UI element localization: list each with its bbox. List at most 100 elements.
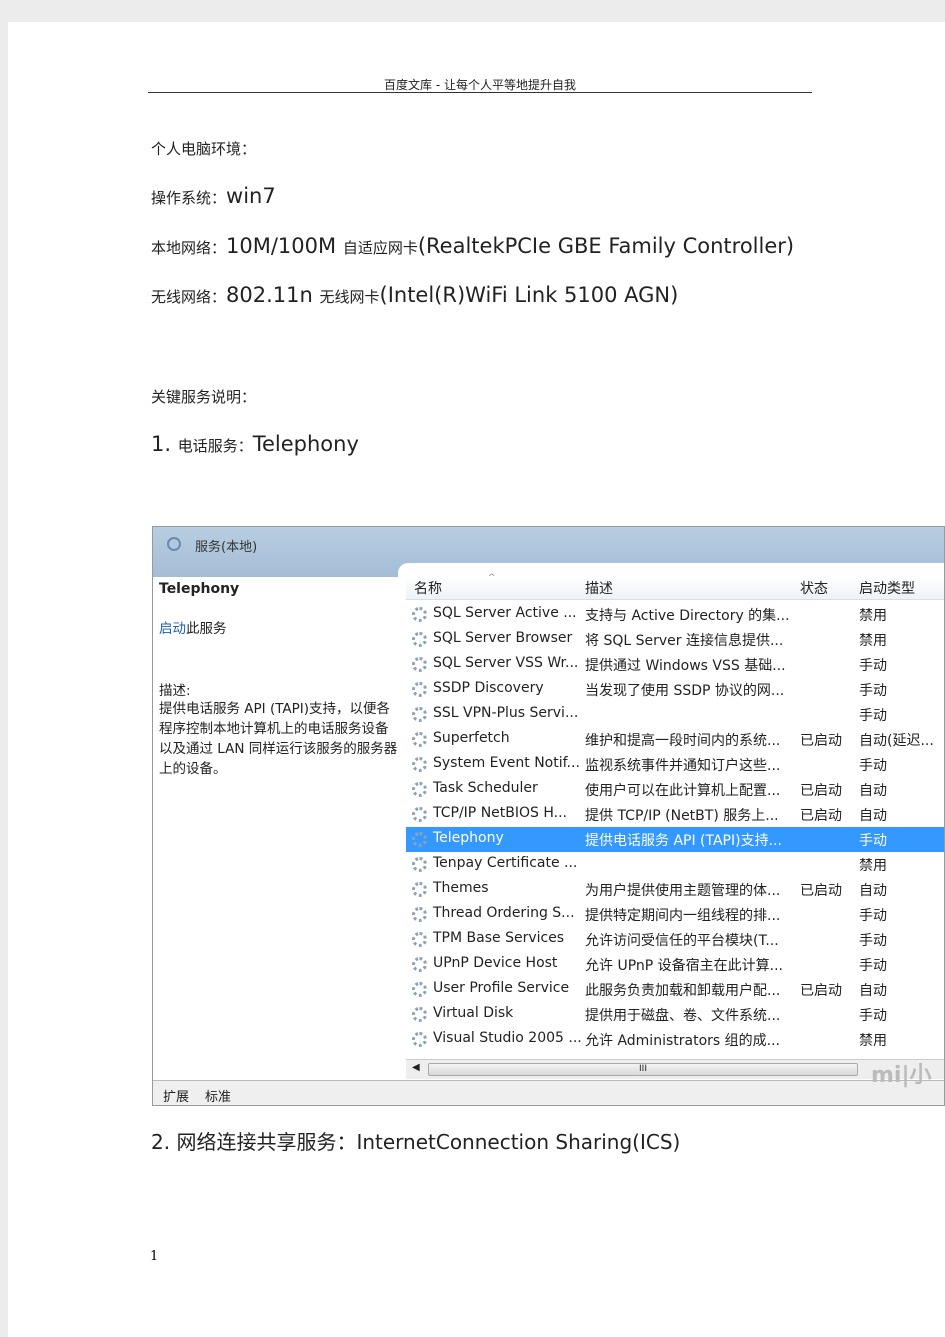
- gear-icon: [412, 757, 427, 772]
- item1-value: Telephony: [252, 432, 359, 456]
- service-desc: 提供用于磁盘、卷、文件系统...: [585, 1008, 781, 1024]
- col-desc[interactable]: 描述: [585, 578, 613, 598]
- service-list: SQL Server Active ... 支持与 Active Directo…: [406, 602, 944, 1052]
- service-name: SQL Server Browser: [433, 630, 573, 646]
- service-status: 已启动: [800, 808, 842, 824]
- page-header: 百度文库 - 让每个人平等地提升自我: [384, 78, 576, 92]
- service-row[interactable]: Thread Ordering S... 提供特定期间内一组线程的排... 手动: [406, 902, 944, 927]
- gear-icon: [412, 1007, 427, 1022]
- watermark-logo: mi|小: [871, 1063, 932, 1088]
- service-name: SSDP Discovery: [433, 680, 544, 696]
- service-name: SQL Server Active ...: [433, 605, 577, 621]
- service-startup: 手动: [859, 933, 887, 949]
- wlan-line: 无线网络：802.11n 无线网卡(Intel(R)WiFi Link 5100…: [151, 283, 678, 307]
- service-name: Themes: [433, 880, 489, 896]
- service-name: Visual Studio 2005 ...: [433, 1030, 582, 1046]
- service-row[interactable]: Task Scheduler 使用户可以在此计算机上配置... 已启动 自动: [406, 777, 944, 802]
- service-desc: 允许 UPnP 设备宿主在此计算...: [585, 958, 784, 974]
- service-name: Thread Ordering S...: [433, 905, 575, 921]
- desc-label: 描述:: [159, 683, 191, 699]
- services-screenshot: 服务(本地) Telephony 启动此服务 描述: 提供电话服务 API (T…: [152, 526, 945, 1106]
- service-row[interactable]: TCP/IP NetBIOS H... 提供 TCP/IP (NetBT) 服务…: [406, 802, 944, 827]
- service-row[interactable]: Tenpay Certificate ... 禁用: [406, 852, 944, 877]
- service-name: System Event Notif...: [433, 755, 580, 771]
- gear-icon: [412, 932, 427, 947]
- lan-value: 10M/100M: [226, 234, 343, 258]
- service-startup: 手动: [859, 908, 887, 924]
- scroll-thumb[interactable]: III: [428, 1063, 858, 1076]
- selected-service-name: Telephony: [159, 581, 240, 597]
- os-line: 操作系统：win7: [151, 184, 276, 208]
- service-name: Virtual Disk: [433, 1005, 514, 1021]
- lan-model: (RealtekPCIe GBE Family Controller): [417, 234, 795, 258]
- service-status: 已启动: [800, 733, 842, 749]
- service-name: TCP/IP NetBIOS H...: [433, 805, 567, 821]
- service-row[interactable]: UPnP Device Host 允许 UPnP 设备宿主在此计算... 手动: [406, 952, 944, 977]
- service-desc: 当发现了使用 SSDP 协议的网...: [585, 683, 785, 699]
- tab-extended[interactable]: 扩展: [163, 1086, 189, 1105]
- service-startup: 手动: [859, 958, 887, 974]
- lan-label: 本地网络：: [151, 239, 227, 257]
- gear-icon: [412, 907, 427, 922]
- page-number: 1: [150, 1249, 159, 1264]
- service-row[interactable]: Visual Studio 2005 ... 允许 Administrators…: [406, 1027, 944, 1052]
- gear-icon: [412, 957, 427, 972]
- gear-icon: [412, 682, 427, 697]
- service-row[interactable]: User Profile Service 此服务负责加载和卸载用户配... 已启…: [406, 977, 944, 1002]
- service-row[interactable]: Virtual Disk 提供用于磁盘、卷、文件系统... 手动: [406, 1002, 944, 1027]
- service-row[interactable]: SSDP Discovery 当发现了使用 SSDP 协议的网... 手动: [406, 677, 944, 702]
- col-startup[interactable]: 启动类型: [859, 578, 915, 598]
- service-desc: 提供通过 Windows VSS 基础...: [585, 658, 786, 674]
- window-title: 服务(本地): [195, 540, 258, 555]
- gear-icon: [412, 632, 427, 647]
- start-rest: 此服务: [186, 621, 227, 637]
- service-desc: 允许 Administrators 组的成...: [585, 1033, 780, 1049]
- view-tabs: 扩展 标准: [153, 1080, 944, 1105]
- service-startup: 自动: [859, 983, 887, 999]
- service-startup: 禁用: [859, 608, 887, 624]
- service-row[interactable]: SQL Server Active ... 支持与 Active Directo…: [406, 602, 944, 627]
- start-service: 启动此服务: [159, 617, 399, 637]
- service-name: SSL VPN-Plus Servi...: [433, 705, 579, 721]
- gear-icon: [412, 1032, 427, 1047]
- service-row[interactable]: Themes 为用户提供使用主题管理的体... 已启动 自动: [406, 877, 944, 902]
- service-row[interactable]: Superfetch 维护和提高一段时间内的系统... 已启动 自动(延迟...: [406, 727, 944, 752]
- service-row[interactable]: TPM Base Services 允许访问受信任的平台模块(T... 手动: [406, 927, 944, 952]
- service-row[interactable]: System Event Notif... 监视系统事件并通知订户这些... 手…: [406, 752, 944, 777]
- start-link[interactable]: 启动: [159, 621, 186, 637]
- service-row[interactable]: SSL VPN-Plus Servi... 手动: [406, 702, 944, 727]
- service-startup: 自动: [859, 783, 887, 799]
- service-row[interactable]: Telephony 提供电话服务 API (TAPI)支持... 手动: [406, 827, 944, 852]
- service-status: 已启动: [800, 783, 842, 799]
- service-desc: 允许访问受信任的平台模块(T...: [585, 933, 779, 949]
- gear-icon: [412, 607, 427, 622]
- col-name[interactable]: 名称: [414, 578, 442, 598]
- services-title: 关键服务说明：: [151, 388, 257, 406]
- service-desc: 提供 TCP/IP (NetBT) 服务上...: [585, 808, 779, 824]
- scroll-left-icon[interactable]: ◀: [412, 1062, 420, 1073]
- service-startup: 禁用: [859, 633, 887, 649]
- service-desc: 将 SQL Server 连接信息提供...: [585, 633, 784, 649]
- item1-label: 电话服务：: [177, 437, 253, 455]
- service-name: UPnP Device Host: [433, 955, 558, 971]
- service-startup: 自动: [859, 883, 887, 899]
- col-status[interactable]: 状态: [800, 578, 828, 598]
- detail-panel: Telephony 启动此服务 描述: 提供电话服务 API (TAPI)支持，…: [159, 581, 399, 779]
- service-desc: 为用户提供使用主题管理的体...: [585, 883, 781, 899]
- service-row[interactable]: SQL Server Browser 将 SQL Server 连接信息提供..…: [406, 627, 944, 652]
- service-desc: 提供特定期间内一组线程的排...: [585, 908, 781, 924]
- service-startup: 手动: [859, 1008, 887, 1024]
- lan-line: 本地网络：10M/100M 自适应网卡(RealtekPCIe GBE Fami…: [151, 234, 794, 258]
- wlan-value: 802.11n: [226, 283, 320, 307]
- service-startup: 禁用: [859, 858, 887, 874]
- service-name: SQL Server VSS Wr...: [433, 655, 579, 671]
- gear-icon: [412, 832, 427, 847]
- service-startup: 手动: [859, 683, 887, 699]
- gear-icon: [412, 807, 427, 822]
- service-desc: 使用户可以在此计算机上配置...: [585, 783, 781, 799]
- service-row[interactable]: SQL Server VSS Wr... 提供通过 Windows VSS 基础…: [406, 652, 944, 677]
- tab-standard[interactable]: 标准: [205, 1086, 231, 1105]
- horizontal-scrollbar[interactable]: ◀ III: [406, 1059, 944, 1079]
- env-title: 个人电脑环境：: [151, 140, 257, 158]
- gear-icon: [412, 882, 427, 897]
